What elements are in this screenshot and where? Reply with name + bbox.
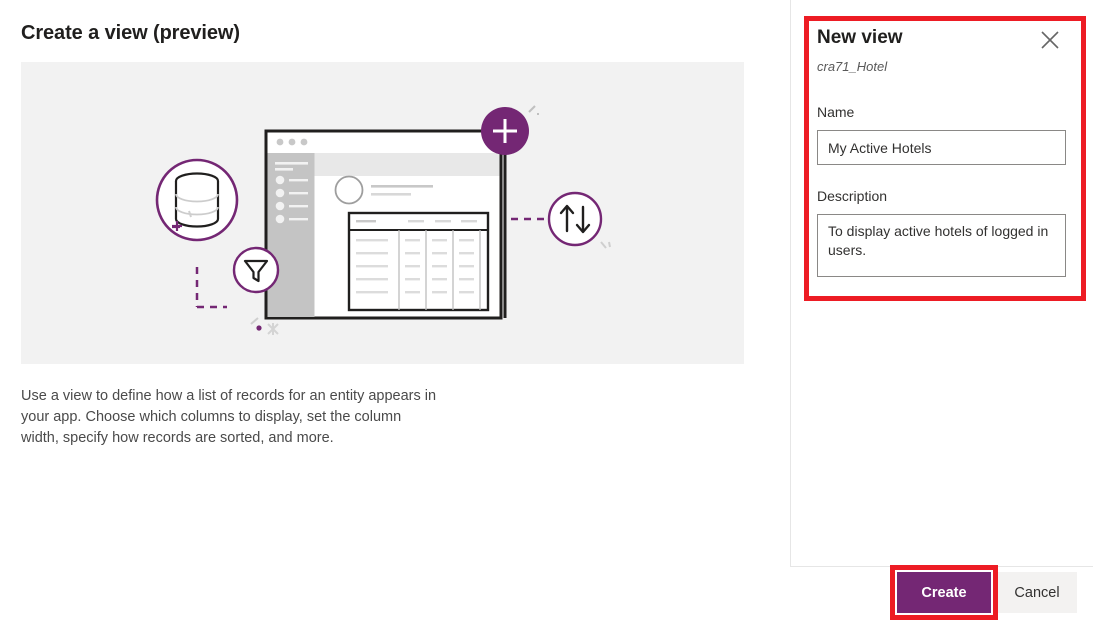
create-button[interactable]: Create [897, 572, 991, 613]
page-title: Create a view (preview) [21, 22, 240, 44]
description-field-label: Description [817, 188, 888, 204]
close-icon[interactable] [1036, 26, 1064, 54]
cancel-button[interactable]: Cancel [997, 572, 1077, 613]
view-name-input[interactable] [817, 130, 1066, 165]
panel-subtitle-entity-name: cra71_Hotel [817, 59, 888, 74]
create-view-main-pane: Create a view (preview) Use a view to de… [0, 0, 790, 630]
create-view-illustration [21, 62, 744, 364]
new-view-panel: New view cra71_Hotel Name Description [791, 0, 1093, 566]
panel-title: New view [817, 27, 903, 48]
view-description-input[interactable] [817, 214, 1066, 277]
create-view-description: Use a view to define how a list of recor… [21, 388, 437, 446]
name-field-label: Name [817, 104, 855, 120]
